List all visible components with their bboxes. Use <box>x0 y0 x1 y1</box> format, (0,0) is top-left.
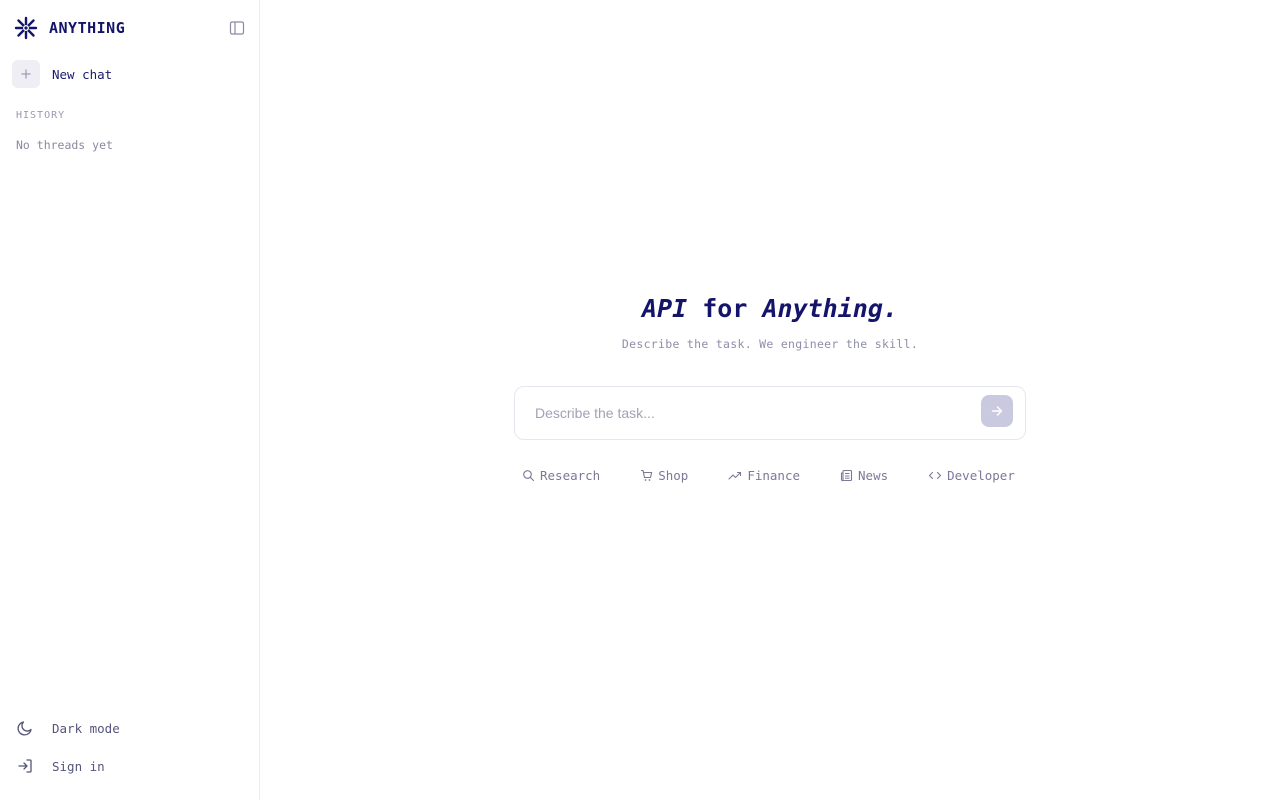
chip-news-label: News <box>858 468 889 483</box>
brand-name: ANYTHING <box>49 19 126 37</box>
chip-shop-label: Shop <box>658 468 689 483</box>
chip-research-label: Research <box>540 468 601 483</box>
dark-mode-toggle[interactable]: Dark mode <box>16 719 120 737</box>
asterisk-logo-icon <box>14 16 38 40</box>
chip-news[interactable]: News <box>840 468 888 483</box>
sidebar: ANYTHING New chat HISTORY No threads yet <box>0 0 260 800</box>
plus-icon <box>12 60 40 88</box>
chip-developer-label: Developer <box>947 468 1015 483</box>
hero-title-for: for <box>687 294 763 323</box>
hero-title-anything: Anything <box>762 294 883 323</box>
hero-title: API for Anything. <box>260 294 1280 323</box>
new-chat-button[interactable]: New chat <box>12 60 112 88</box>
task-input[interactable] <box>535 387 955 439</box>
chip-finance-label: Finance <box>747 468 801 483</box>
search-icon <box>523 470 535 482</box>
app-window: ANYTHING New chat HISTORY No threads yet <box>0 0 1280 800</box>
history-heading: HISTORY <box>16 110 66 121</box>
hero-title-api: API <box>642 294 688 323</box>
newspaper-icon <box>840 469 853 482</box>
moon-icon <box>17 721 32 736</box>
sign-in-icon <box>18 759 32 773</box>
hero-title-period: . <box>882 294 898 323</box>
send-button[interactable] <box>981 395 1013 427</box>
prompt-box <box>514 386 1026 440</box>
history-empty-text: No threads yet <box>16 138 113 152</box>
sign-in-button[interactable]: Sign in <box>16 757 105 775</box>
sidebar-toggle-button[interactable] <box>228 19 246 37</box>
chip-shop[interactable]: Shop <box>640 468 688 483</box>
sidebar-panel-icon <box>229 21 245 35</box>
chip-developer[interactable]: Developer <box>928 468 1015 483</box>
dark-mode-label: Dark mode <box>52 720 120 736</box>
brand[interactable]: ANYTHING <box>14 16 125 40</box>
new-chat-label: New chat <box>52 66 113 82</box>
sign-in-label: Sign in <box>52 758 105 774</box>
arrow-right-icon <box>991 406 1003 416</box>
category-chips: Research Shop Finance News Developer <box>522 468 1015 483</box>
main-content: API for Anything. Describe the task. We … <box>260 0 1280 800</box>
trending-up-icon <box>728 471 742 480</box>
cart-icon <box>641 469 653 481</box>
chip-research[interactable]: Research <box>522 468 600 483</box>
chip-finance[interactable]: Finance <box>728 468 800 483</box>
code-icon <box>929 471 942 480</box>
hero-subtitle: Describe the task. We engineer the skill… <box>621 337 919 351</box>
